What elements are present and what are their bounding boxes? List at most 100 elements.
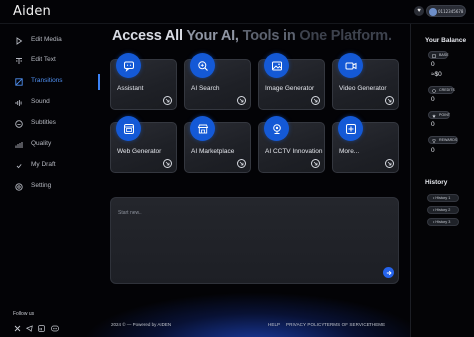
footer-link-theme[interactable]: THEME (369, 322, 385, 327)
card-title: Video Generator (339, 85, 387, 92)
favorites-button[interactable]: ♥ (414, 6, 424, 16)
sidebar-item-label: Edit Text (31, 56, 56, 63)
sidebar-item-my-draft[interactable]: My Draft (0, 158, 100, 174)
prompt-box[interactable]: Start new.. (110, 197, 399, 284)
card-title: Image Generator (265, 85, 315, 92)
title-part-1: Access All (112, 28, 183, 44)
sidebar-item-transitions[interactable]: Transitions (0, 74, 100, 90)
discord-icon[interactable] (51, 319, 59, 332)
balance-title: Your Balance (425, 37, 467, 44)
chip-base: BASE (428, 51, 449, 59)
sidebar-item-setting[interactable]: Setting (0, 179, 100, 195)
arrow-icon (163, 96, 172, 105)
history-item[interactable]: • History 1 (427, 194, 459, 202)
card-more[interactable]: More... (332, 116, 399, 173)
chip-point: POINT (428, 111, 450, 119)
gear-icon (14, 182, 23, 191)
search-icon (190, 53, 215, 78)
sidebar-item-label: Edit Media (31, 36, 62, 43)
card-assistant[interactable]: Assistant (110, 53, 177, 110)
card-image-generator[interactable]: Image Generator (258, 53, 325, 110)
app-window: Aiden ♥ 0112345678 Edit Media Edit Text (0, 0, 474, 337)
arrow-right-icon (386, 270, 392, 275)
sidebar-item-edit-text[interactable]: Edit Text (0, 53, 100, 69)
sidebar-item-edit-media[interactable]: Edit Media (0, 33, 100, 49)
heart-icon: ♥ (417, 8, 421, 14)
text-icon (14, 56, 23, 65)
transitions-icon (14, 77, 23, 86)
chip-label: POINT (439, 113, 450, 117)
avatar (429, 7, 437, 16)
history-item-label: • History 3 (433, 220, 451, 224)
arrow-icon (237, 96, 246, 105)
card-web-generator[interactable]: Web Generator (110, 116, 177, 173)
card-ai-search[interactable]: AI Search (184, 53, 251, 110)
card-title: Assistant (117, 85, 144, 92)
user-id: 0112345678 (438, 8, 464, 14)
sidebar-item-label: Subtitles (31, 119, 56, 126)
history-item-label: • History 2 (433, 208, 451, 212)
balance-panel: Your Balance BASE 0 ≈$0 CREDITS 0 POINT … (410, 24, 474, 337)
sidebar-item-label: My Draft (31, 161, 56, 168)
title-part-4: One Platform. (299, 28, 392, 44)
card-title: More... (339, 148, 360, 155)
history-title: History (425, 179, 448, 186)
sidebar-item-label: Transitions (31, 77, 63, 84)
balance-point-value: 0 (431, 121, 435, 128)
arrow-icon (163, 159, 172, 168)
title-part-3: Tools in (242, 28, 296, 44)
more-icon (338, 116, 363, 141)
linkedin-icon[interactable] (38, 319, 45, 332)
prompt-input[interactable]: Start new.. (118, 210, 142, 216)
chip-credits: CREDITS (428, 86, 455, 94)
store-icon (190, 116, 215, 141)
card-video-generator[interactable]: Video Generator (332, 53, 399, 110)
arrow-icon (311, 96, 320, 105)
history-item[interactable]: • History 3 (427, 218, 459, 226)
subtitles-icon (14, 119, 23, 128)
x-icon[interactable] (14, 319, 21, 332)
arrow-icon (237, 159, 246, 168)
top-bar: Aiden ♥ 0112345678 (0, 0, 474, 24)
title-part-2: Your AI, (186, 28, 239, 44)
footer-link-privacy[interactable]: PRIVACY POLICY (286, 322, 325, 327)
follow-us-label: Follow us (13, 311, 35, 317)
arrow-icon (385, 159, 394, 168)
chip-label: REWARDS (439, 138, 458, 142)
sidebar-item-quality[interactable]: Quality (0, 137, 100, 153)
chat-icon (116, 53, 141, 78)
send-button[interactable] (383, 267, 394, 278)
sound-icon (14, 98, 23, 107)
telegram-icon[interactable] (25, 319, 33, 332)
image-icon (264, 53, 289, 78)
card-title: AI Marketplace (191, 148, 235, 155)
sidebar-item-label: Quality (31, 140, 52, 147)
card-title: Web Generator (117, 148, 162, 155)
card-ai-cctv-innovation[interactable]: AI CCTV Innovation (258, 116, 325, 173)
web-icon (116, 116, 141, 141)
sidebar: Edit Media Edit Text Transitions Sound S… (0, 24, 100, 337)
star-icon (432, 113, 436, 118)
draft-icon (14, 161, 23, 170)
quality-icon (14, 140, 23, 149)
balance-rewards-value: 0 (431, 147, 435, 154)
user-menu[interactable]: 0112345678 (426, 5, 466, 17)
page-title: Access All Your AI, Tools in One Platfor… (112, 28, 392, 44)
card-title: AI Search (191, 85, 220, 92)
footer-link-help[interactable]: HELP (268, 322, 280, 327)
app-logo[interactable]: Aiden (13, 4, 51, 19)
cctv-icon (264, 116, 289, 141)
video-icon (338, 53, 363, 78)
card-ai-marketplace[interactable]: AI Marketplace (184, 116, 251, 173)
sidebar-item-sound[interactable]: Sound (0, 95, 100, 111)
play-icon (14, 36, 23, 45)
trophy-icon (432, 138, 436, 143)
chip-label: BASE (439, 53, 449, 57)
wallet-icon (432, 54, 436, 58)
footer-link-terms[interactable]: TERMS OF SERVICE (324, 322, 370, 327)
history-item[interactable]: • History 2 (427, 206, 459, 214)
card-title: AI CCTV Innovation (265, 148, 323, 155)
copyright: 2024 © — Powered by AIDEN (111, 322, 172, 327)
sidebar-item-subtitles[interactable]: Subtitles (0, 116, 100, 132)
arrow-icon (385, 96, 394, 105)
